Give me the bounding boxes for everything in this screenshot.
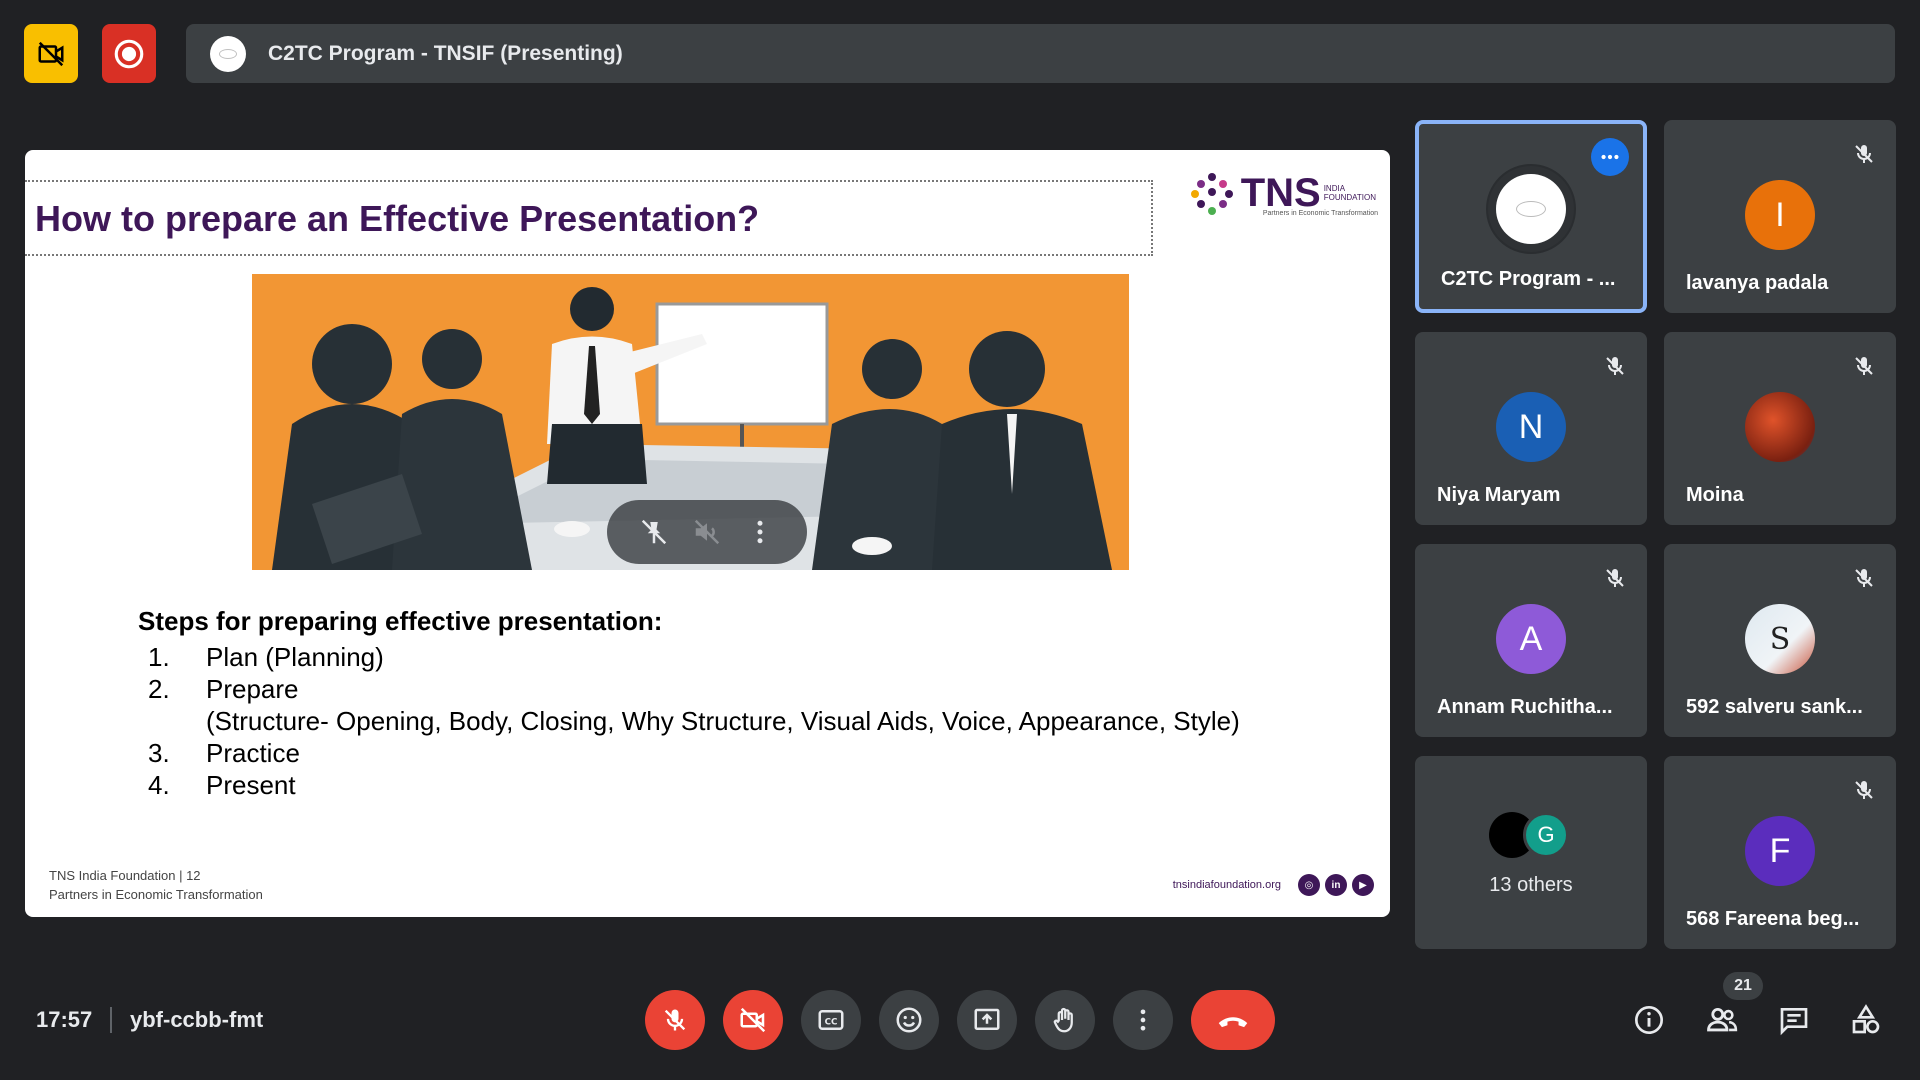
recording-indicator[interactable] — [102, 24, 156, 83]
raise-hand-icon — [1053, 1007, 1073, 1033]
participant-name: Niya Maryam — [1437, 484, 1561, 506]
meeting-code: ybf-ccbb-fmt — [130, 1007, 264, 1032]
instagram-icon: ◎ — [1298, 874, 1320, 896]
avatar: I — [1745, 180, 1815, 250]
participant-tile[interactable]: S 592 salveru sank... — [1664, 544, 1896, 737]
mic-off-icon — [1855, 781, 1873, 799]
participant-name: 592 salveru sank... — [1686, 696, 1863, 718]
step-item: (Structure- Opening, Body, Closing, Why … — [206, 706, 1240, 736]
participant-name: 568 Fareena beg... — [1686, 908, 1860, 930]
meeting-details-button[interactable] — [1627, 998, 1671, 1042]
website-link: tnsindiafoundation.org — [1172, 879, 1281, 891]
participant-name: lavanya padala — [1686, 272, 1829, 294]
mic-off-icon — [1606, 569, 1624, 587]
avatar: A — [1496, 604, 1566, 674]
avatar — [1745, 392, 1815, 462]
participant-tile[interactable]: I lavanya padala — [1664, 120, 1896, 313]
presentation-title-bar[interactable]: C2TC Program - TNSIF (Presenting) — [186, 24, 1895, 83]
logo-text: TNS — [1240, 171, 1321, 215]
logo-tagline: Partners in Economic Transformation — [1262, 210, 1378, 217]
avatar: N — [1496, 392, 1566, 462]
emoji-icon — [896, 1007, 922, 1033]
info-icon — [1635, 1006, 1663, 1034]
participant-tile[interactable]: F 568 Fareena beg... — [1664, 756, 1896, 949]
step-item: 3. Practice — [148, 738, 300, 768]
record-icon — [114, 39, 144, 68]
reactions-button[interactable] — [879, 990, 939, 1050]
leave-call-button[interactable] — [1191, 990, 1275, 1050]
steps-heading: Steps for preparing effective presentati… — [138, 606, 663, 636]
others-tile[interactable]: G 13 others — [1415, 756, 1647, 949]
more-vert-icon[interactable] — [745, 517, 775, 547]
pin-off-icon[interactable] — [639, 517, 669, 547]
step-item: 4. Present — [148, 770, 296, 800]
meeting-time: 17:57 — [36, 1007, 93, 1032]
people-icon — [1707, 1007, 1738, 1032]
mic-off-icon — [1855, 569, 1873, 587]
avatar: F — [1745, 816, 1815, 886]
activities-icon — [1852, 1004, 1880, 1034]
avatar: G — [1523, 812, 1569, 858]
slide-footer-links: tnsindiafoundation.org ◎ in ▶ — [1173, 874, 1374, 896]
people-button[interactable] — [1700, 998, 1744, 1042]
volume-off-icon[interactable] — [692, 517, 722, 547]
mic-off-icon — [1606, 357, 1624, 375]
chat-button[interactable] — [1772, 998, 1816, 1042]
logo-dots-icon — [1189, 170, 1235, 216]
mic-toggle-button[interactable] — [645, 990, 705, 1050]
video-off-icon — [740, 1007, 766, 1033]
participant-tile[interactable]: A Annam Ruchitha... — [1415, 544, 1647, 737]
step-item: 1. Plan (Planning) — [148, 642, 384, 672]
presentation-slide: How to prepare an Effective Presentation… — [25, 150, 1390, 917]
step-item: 2. Prepare — [148, 674, 299, 704]
more-options-button[interactable] — [1113, 990, 1173, 1050]
slide-footer: TNS India Foundation | 12 Partners in Ec… — [49, 868, 263, 902]
present-icon — [974, 1008, 1000, 1030]
avatar — [1486, 164, 1576, 254]
divider — [110, 1007, 112, 1033]
participant-tile[interactable]: C2TC Program - ... — [1415, 120, 1647, 313]
slide-title: How to prepare an Effective Presentation… — [35, 198, 760, 239]
raise-hand-button[interactable] — [1035, 990, 1095, 1050]
mic-off-icon — [1855, 357, 1873, 375]
mic-off-icon — [1855, 145, 1873, 163]
svg-text:CC: CC — [825, 1017, 838, 1027]
participant-name: C2TC Program - ... — [1441, 268, 1616, 290]
others-count: 13 others — [1489, 874, 1573, 896]
participant-name: Annam Ruchitha... — [1437, 696, 1613, 718]
linkedin-icon: in — [1325, 874, 1347, 896]
camera-toggle-button[interactable] — [723, 990, 783, 1050]
participant-count-badge: 21 — [1723, 972, 1763, 1000]
presentation-title: C2TC Program - TNSIF (Presenting) — [268, 41, 623, 65]
logo-side-text: INDIA FOUNDATION — [1323, 184, 1376, 202]
avatar: S — [1745, 604, 1815, 674]
present-button[interactable] — [957, 990, 1017, 1050]
camera-off-icon — [38, 41, 64, 66]
more-options-button[interactable] — [1591, 138, 1629, 176]
media-controls-pill — [607, 500, 807, 564]
mic-off-icon — [664, 1009, 686, 1031]
slide-title-box: How to prepare an Effective Presentation… — [25, 180, 1153, 256]
participant-tile[interactable]: N Niya Maryam — [1415, 332, 1647, 525]
participant-tile[interactable]: Moina — [1664, 332, 1896, 525]
participant-name: Moina — [1686, 484, 1744, 506]
captions-button[interactable]: CC — [801, 990, 861, 1050]
end-call-icon — [1218, 1017, 1248, 1028]
captions-icon: CC — [818, 1010, 844, 1030]
chat-icon — [1780, 1008, 1808, 1036]
presenter-avatar — [210, 35, 246, 72]
youtube-icon: ▶ — [1352, 874, 1374, 896]
more-vert-icon — [1140, 1009, 1146, 1031]
more-horiz-icon — [1601, 154, 1619, 160]
steps-list: Steps for preparing effective presentati… — [138, 606, 1240, 801]
activities-button[interactable] — [1844, 998, 1888, 1042]
camera-off-indicator[interactable] — [24, 24, 78, 83]
